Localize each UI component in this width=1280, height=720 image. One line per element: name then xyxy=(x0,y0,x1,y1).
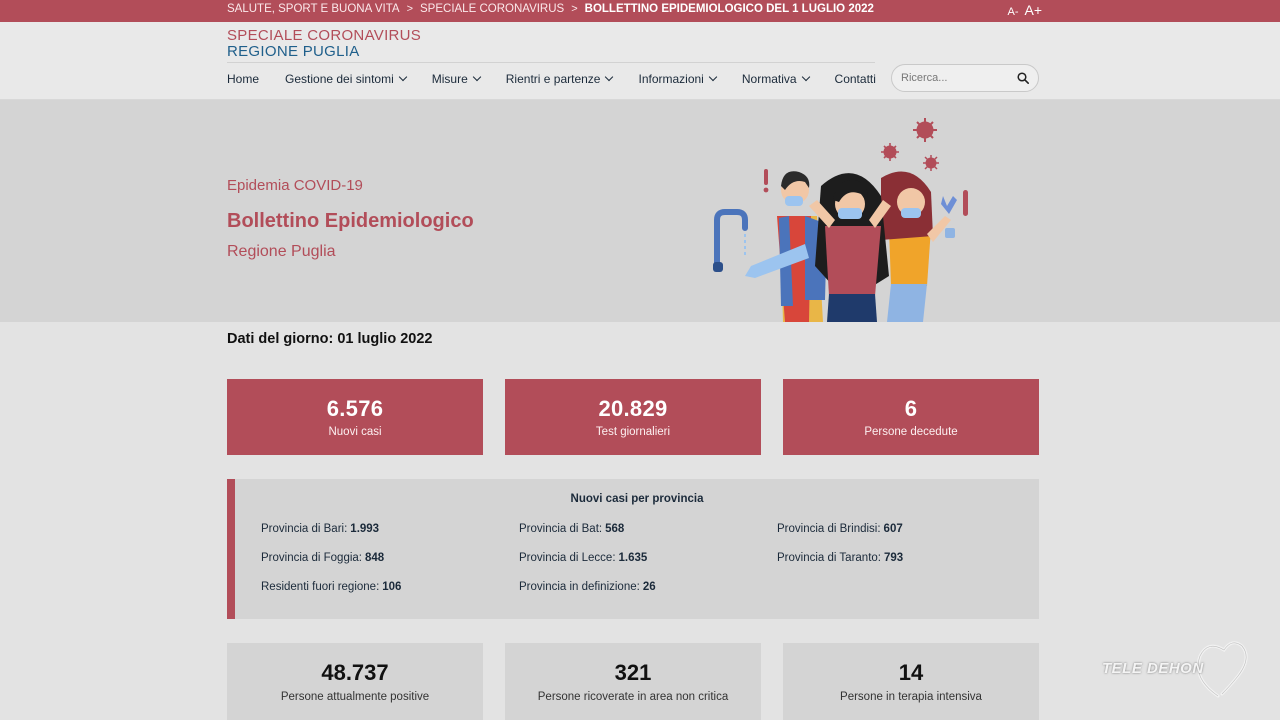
nav-item-label: Informazioni xyxy=(638,72,704,86)
virus-icon xyxy=(881,143,899,161)
site-header: SPECIALE CORONAVIRUS REGIONE PUGLIA Home… xyxy=(0,22,1280,100)
province-item-in-definizione: Provincia in definizione: 26 xyxy=(519,581,656,593)
brand-line-2: REGIONE PUGLIA xyxy=(227,43,360,60)
search-input[interactable] xyxy=(901,69,1011,87)
province-label: Residenti fuori regione: xyxy=(261,581,380,593)
province-label: Provincia di Taranto: xyxy=(777,552,881,564)
stat-label: Persone ricoverate in area non critica xyxy=(537,691,729,703)
hero-banner: Epidemia COVID-19 Bollettino Epidemiolog… xyxy=(0,100,1280,322)
province-value: 793 xyxy=(883,552,904,564)
top-bar: SALUTE, SPORT E BUONA VITA > SPECIALE CO… xyxy=(0,0,1280,22)
province-label: Provincia di Bari: xyxy=(261,523,348,535)
stat-label: Nuovi casi xyxy=(328,426,382,438)
stat-card-test-giornalieri: 20.829 Test giornalieri xyxy=(505,379,761,455)
breadcrumb-separator: > xyxy=(571,3,578,15)
report-date: Dati del giorno: 01 luglio 2022 xyxy=(227,331,433,347)
nav-item-rientri-partenze[interactable]: Rientri e partenze xyxy=(505,72,614,86)
chevron-down-icon xyxy=(398,72,407,82)
search-icon[interactable] xyxy=(1017,72,1029,84)
search-box xyxy=(891,64,1039,92)
province-label: Provincia di Lecce: xyxy=(519,552,616,564)
font-size-controls: A- A+ xyxy=(1007,2,1042,18)
virus-icon xyxy=(923,155,939,171)
stat-card-ricoverate-non-critica: 321 Persone ricoverate in area non criti… xyxy=(505,643,761,720)
hero-subtitle: Regione Puglia xyxy=(227,243,336,260)
province-label: Provincia in definizione: xyxy=(519,581,640,593)
hero-title: Bollettino Epidemiologico xyxy=(227,210,474,232)
stat-label: Test giornalieri xyxy=(595,426,671,438)
watermark-text: TELE DEHON xyxy=(1102,660,1204,677)
nav-item-informazioni[interactable]: Informazioni xyxy=(638,72,718,86)
province-value: 848 xyxy=(365,552,385,564)
province-item-taranto: Provincia di Taranto: 793 xyxy=(777,552,903,564)
province-label: Provincia di Bat: xyxy=(519,523,603,535)
stat-label: Persone decedute xyxy=(864,426,958,438)
province-label: Provincia di Brindisi: xyxy=(777,523,881,535)
stat-card-terapia-intensiva: 14 Persone in terapia intensiva xyxy=(783,643,1039,720)
stat-card-nuovi-casi: 6.576 Nuovi casi xyxy=(227,379,483,455)
province-label: Provincia di Foggia: xyxy=(261,552,362,564)
stat-card-attualmente-positive: 48.737 Persone attualmente positive xyxy=(227,643,483,720)
stat-value: 321 xyxy=(614,660,652,685)
chevron-down-icon xyxy=(708,72,718,82)
stat-value: 6.576 xyxy=(326,396,384,421)
stat-value: 14 xyxy=(898,660,924,685)
font-increase-button[interactable]: A+ xyxy=(1024,2,1042,18)
province-item-foggia: Provincia di Foggia: 848 xyxy=(261,552,384,564)
nav-item-label: Misure xyxy=(431,72,468,86)
province-value: 106 xyxy=(382,581,402,593)
tv-channel-watermark: TELE DEHON xyxy=(1100,638,1250,700)
province-value: 1.993 xyxy=(350,523,380,535)
province-panel-title: Nuovi casi per provincia xyxy=(570,493,704,505)
nav-item-label: Normativa xyxy=(741,72,797,86)
stat-value: 48.737 xyxy=(321,660,389,685)
nav-item-home[interactable]: Home xyxy=(227,72,259,86)
nav-item-label: Contatti xyxy=(834,72,876,86)
stat-label: Persone attualmente positive xyxy=(280,691,430,703)
nav-item-label: Gestione dei sintomi xyxy=(285,72,394,86)
breadcrumb-item-salute[interactable]: SALUTE, SPORT E BUONA VITA xyxy=(227,3,400,15)
nav-divider xyxy=(227,62,875,63)
breadcrumb-item-speciale[interactable]: SPECIALE CORONAVIRUS xyxy=(420,3,564,15)
province-item-fuori-regione: Residenti fuori regione: 106 xyxy=(261,581,401,593)
province-item-brindisi: Provincia di Brindisi: 607 xyxy=(777,523,903,535)
breadcrumb: SALUTE, SPORT E BUONA VITA > SPECIALE CO… xyxy=(227,3,874,15)
stat-label: Persone in terapia intensiva xyxy=(840,691,982,703)
nav-item-normativa[interactable]: Normativa xyxy=(741,72,810,86)
chevron-down-icon xyxy=(472,72,482,82)
breadcrumb-current: BOLLETTINO EPIDEMIOLOGICO DEL 1 LUGLIO 2… xyxy=(584,3,874,15)
province-item-lecce: Provincia di Lecce: 1.635 xyxy=(519,552,647,564)
font-decrease-button[interactable]: A- xyxy=(1007,6,1018,18)
province-item-bari: Provincia di Bari: 1.993 xyxy=(261,523,379,535)
nav-item-contatti[interactable]: Contatti xyxy=(835,72,876,86)
chevron-down-icon xyxy=(605,72,614,82)
province-value: 26 xyxy=(642,581,656,593)
province-value: 607 xyxy=(883,523,903,535)
province-item-bat: Provincia di Bat: 568 xyxy=(519,523,624,535)
province-value: 568 xyxy=(605,523,625,535)
nav-item-gestione-sintomi[interactable]: Gestione dei sintomi xyxy=(285,72,407,86)
virus-icon xyxy=(913,118,937,142)
stat-card-persone-decedute: 6 Persone decedute xyxy=(783,379,1039,455)
site-brand[interactable]: SPECIALE CORONAVIRUS REGIONE PUGLIA xyxy=(227,28,421,60)
nav-item-label: Rientri e partenze xyxy=(505,72,601,86)
stat-value: 20.829 xyxy=(598,396,668,421)
hero-eyebrow: Epidemia COVID-19 xyxy=(227,177,363,194)
nav-item-label: Home xyxy=(227,72,260,86)
people-with-masks-illustration xyxy=(713,118,968,322)
nav-item-misure[interactable]: Misure xyxy=(431,72,482,86)
province-value: 1.635 xyxy=(618,552,648,564)
province-cases-panel: Nuovi casi per provincia Provincia di Ba… xyxy=(227,479,1039,619)
brand-line-1: SPECIALE CORONAVIRUS xyxy=(227,27,422,44)
main-nav: Home Gestione dei sintomi Misure Rientri… xyxy=(227,72,902,86)
chevron-down-icon xyxy=(801,72,810,82)
breadcrumb-separator: > xyxy=(406,3,413,15)
stat-value: 6 xyxy=(904,396,918,421)
